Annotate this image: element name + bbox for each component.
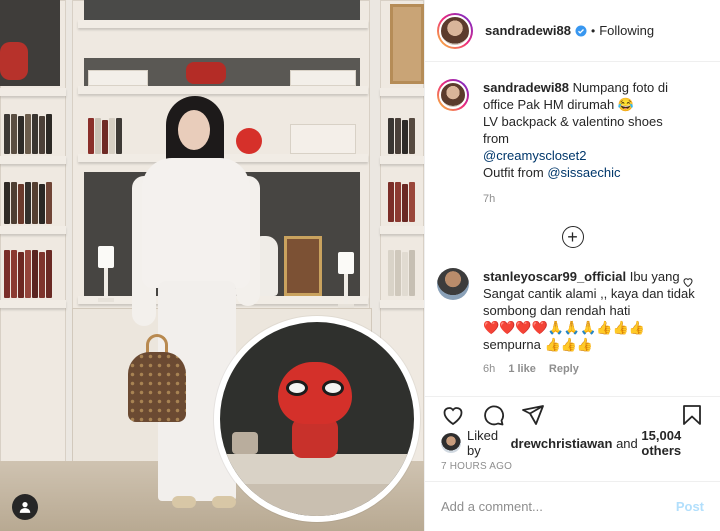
avatar[interactable] — [437, 12, 473, 49]
heart-icon[interactable] — [682, 276, 694, 288]
shelf-plank — [78, 20, 368, 28]
header-username[interactable]: sandradewi88 — [485, 23, 571, 38]
framed-painting — [284, 236, 322, 296]
avatar[interactable] — [441, 433, 461, 453]
backpack — [128, 352, 186, 422]
heart-icon — [443, 406, 463, 425]
verified-badge-icon — [575, 25, 587, 36]
reply-button[interactable]: Reply — [549, 363, 579, 375]
books — [388, 182, 415, 222]
shelf-plank — [380, 156, 424, 164]
caption-text: LV backpack & valentino shoes from — [483, 114, 663, 146]
shelf-compartment — [84, 0, 360, 20]
avatar[interactable] — [437, 79, 469, 111]
share-button[interactable] — [513, 397, 553, 433]
zoom-inset — [214, 316, 420, 522]
comment-time: 6h — [483, 363, 496, 375]
shelf-plank — [78, 86, 368, 94]
stacked-books — [290, 70, 356, 86]
mention-link[interactable]: @sissaechic — [547, 165, 620, 180]
post-button[interactable]: Post — [676, 499, 704, 514]
books — [4, 114, 52, 154]
framed-picture — [390, 4, 424, 84]
mention-link[interactable]: @creamyscloset2 — [483, 148, 587, 163]
table-lamp — [96, 246, 116, 302]
shelf-plank — [0, 88, 66, 96]
books — [4, 182, 52, 224]
red-car-figure — [186, 62, 226, 84]
caption-text: Outfit from — [483, 165, 544, 180]
plus-circle-icon: + — [561, 226, 584, 248]
comment-likes[interactable]: 1 like — [508, 363, 536, 375]
comment-text: sempurna — [483, 337, 541, 352]
caption: sandradewi88 Numpang foto di office Pak … — [437, 79, 708, 208]
caption-time: 7h — [483, 193, 496, 205]
likes-summary: Liked by drewchristiawan and 15,004 othe… — [441, 428, 710, 458]
table-lamp — [336, 252, 356, 308]
red-figurine — [0, 42, 28, 80]
shelf-plank — [380, 226, 424, 234]
user-tag-icon[interactable] — [12, 494, 38, 520]
post-timestamp[interactable]: 7 HOURS AGO — [441, 461, 512, 472]
shelf-plank — [380, 88, 424, 96]
books — [88, 118, 122, 154]
stacked-books — [290, 124, 356, 154]
liker-username[interactable]: drewchristiawan — [511, 436, 613, 451]
following-button[interactable]: Following — [599, 23, 654, 38]
shelf-plank — [380, 300, 424, 308]
comment-username[interactable]: stanleyoscar99_official — [483, 269, 626, 284]
comment-icon — [484, 405, 504, 425]
books — [388, 118, 415, 154]
shelf-plank — [0, 300, 66, 308]
books — [388, 250, 415, 296]
likes-count-link[interactable]: 15,004 others — [641, 428, 710, 458]
post-side-panel: sandradewi88 • Following sandradewi88 Nu… — [424, 0, 720, 531]
stacked-books — [88, 70, 148, 86]
books — [4, 250, 52, 298]
comment-emoji: 👍👍👍 — [544, 337, 593, 352]
separator-dot: • — [591, 23, 596, 38]
avatar[interactable] — [437, 268, 469, 300]
bookmark-icon — [683, 404, 701, 425]
shelf-plank — [0, 156, 66, 164]
comment-emoji: ❤️❤️❤️❤️🙏🙏🙏👍👍👍 — [483, 320, 645, 335]
load-more-comments-button[interactable]: + — [437, 226, 708, 248]
add-comment-bar: Post — [425, 481, 720, 531]
comment-input[interactable] — [441, 499, 676, 514]
likes-prefix: Liked by — [467, 428, 499, 458]
post-photo[interactable] — [0, 0, 424, 531]
likes-and: and — [616, 435, 638, 451]
post-header: sandradewi88 • Following — [425, 0, 720, 62]
list-item: stanleyoscar99_official Ibu yang Sangat … — [437, 268, 708, 378]
caption-username[interactable]: sandradewi88 — [483, 80, 569, 95]
share-icon — [522, 404, 544, 425]
comments-area[interactable]: sandradewi88 Numpang foto di office Pak … — [425, 63, 720, 389]
action-bar — [425, 396, 720, 432]
shelf-plank — [0, 226, 66, 234]
